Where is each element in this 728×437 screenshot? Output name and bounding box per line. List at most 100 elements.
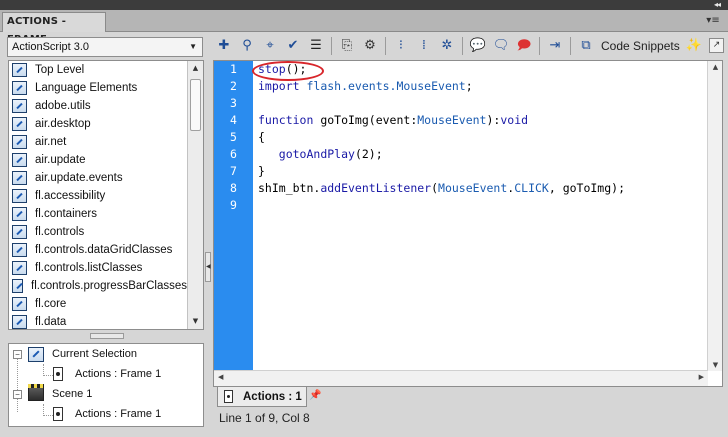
insert-target-path-icon[interactable]: ⌖ [260,36,280,56]
add-statement-icon[interactable]: ✚ [214,36,234,56]
toolbox-item[interactable]: fl.controls.listClasses [9,259,187,277]
package-book-icon [12,81,27,95]
package-book-icon [12,63,27,77]
package-book-icon [12,171,27,185]
script-tab-bar: Actions : 1 📌 [213,387,723,409]
toolbox-splitter[interactable] [8,331,204,341]
code-area[interactable]: stop(); import flash.events.MouseEvent; fu… [258,61,706,214]
panel-tab-actions-frame[interactable]: ACTIONS - FRAME [2,12,106,45]
editor-vertical-scrollbar[interactable]: ▲ ▼ [707,61,722,371]
show-code-hint-icon[interactable]: ⎘ [337,36,357,56]
version-select-value: ActionScript 3.0 [12,41,90,53]
nav-current-selection-frame[interactable]: Actions : Frame 1 [9,364,203,384]
code-token: MouseEvent [417,113,487,127]
panel-menu-icon[interactable]: ▾≡ [706,14,720,28]
code-line[interactable]: function goToImg(event:MouseEvent):void [258,112,706,129]
pin-script-icon[interactable]: 📌 [309,390,323,402]
code-line[interactable] [258,95,706,112]
toolbox-item[interactable]: fl.containers [9,205,187,223]
panel-tabbar: ACTIONS - FRAME ▾≡ [0,10,728,45]
apply-line-comment-icon[interactable]: 🗨 [491,36,511,56]
toolbox-item[interactable]: fl.accessibility [9,187,187,205]
toolbox-item[interactable]: air.net [9,133,187,151]
toolbox-item[interactable]: fl.data [9,313,187,329]
current-selection-icon [28,346,44,362]
toolbox-list: Top Level Language Elements adobe.utils air… [9,61,187,329]
code-snippets-icon[interactable]: ⧉ [576,36,596,56]
code-token: import [258,79,300,93]
script-tab-actions[interactable]: Actions : 1 [217,387,307,407]
package-book-icon [12,261,27,275]
scroll-down-icon[interactable]: ▼ [708,361,722,369]
toolbox-item[interactable]: fl.controls [9,223,187,241]
toolbox-item[interactable]: fl.controls.progressBarClasses [9,277,187,295]
toolbox-item[interactable]: Language Elements [9,79,187,97]
toolbox-item-label: fl.core [35,298,67,310]
toolbox-item-label: fl.controls.listClasses [35,262,143,274]
collapse-selection-icon[interactable]: ⁞ [414,36,434,56]
expand-all-icon[interactable]: ✲ [437,36,457,56]
toolbox-item[interactable]: air.desktop [9,115,187,133]
scroll-down-icon[interactable]: ▼ [188,314,203,329]
show-hide-toolbox-icon[interactable]: ⇥ [545,36,565,56]
annotation-circle [252,61,324,81]
editor-horizontal-scrollbar[interactable]: ◀ ▶ [214,370,708,386]
toolbox-scroll-thumb[interactable] [190,79,201,131]
status-bar: Line 1 of 9, Col 8 [219,411,310,425]
wizard-icon[interactable]: ✨ [684,36,704,56]
scroll-left-icon[interactable]: ◀ [218,373,223,381]
splitter-grip-icon[interactable] [90,333,124,339]
toolbox-item[interactable]: air.update.events [9,169,187,187]
code-snippets-button[interactable]: Code Snippets [601,39,680,53]
check-syntax-icon[interactable]: ✔ [283,36,303,56]
nav-frame-label: Actions : Frame 1 [75,368,162,380]
code-line[interactable]: { [258,129,706,146]
code-line[interactable]: } [258,163,706,180]
frame-script-icon [53,367,63,381]
script-navigator: − Current Selection Actions : Frame 1 − … [8,343,204,427]
package-book-icon [12,279,24,293]
toolbox-scrollbar[interactable]: ▲ ▼ [187,61,203,329]
scroll-right-icon[interactable]: ▶ [699,373,704,381]
actions-toolbox: Top Level Language Elements adobe.utils air… [8,60,204,330]
toolbar-divider [462,37,463,55]
code-line[interactable]: stop(); [258,61,706,78]
collapse-panel-icon[interactable]: ◂◂ [714,0,721,10]
collapse-left-icon[interactable]: ◀ [205,252,211,282]
actionscript-version-select[interactable]: ActionScript 3.0 ▼ [7,37,203,57]
toolbox-item-label: fl.controls.dataGridClasses [35,244,173,256]
code-token: MouseEvent [438,181,508,195]
scroll-up-icon[interactable]: ▲ [708,63,722,71]
collapse-toggle-icon[interactable]: − [13,349,22,359]
auto-format-icon[interactable]: ☰ [306,36,326,56]
toolbox-item[interactable]: adobe.utils [9,97,187,115]
code-line[interactable]: import flash.events.MouseEvent; [258,78,706,95]
line-number: 3 [230,96,237,110]
nav-scene[interactable]: − Scene 1 [9,384,203,404]
find-icon[interactable]: ⚲ [237,36,257,56]
collapse-toggle-icon[interactable]: − [13,389,22,399]
code-line[interactable]: shIm_btn.addEventListener(MouseEvent.CLI… [258,180,706,197]
code-line[interactable] [258,197,706,214]
nav-current-selection[interactable]: − Current Selection [9,344,203,364]
expand-panel-icon[interactable]: ↗ [709,38,724,53]
apply-block-comment-icon[interactable]: 💬 [468,36,488,56]
scroll-up-icon[interactable]: ▲ [188,61,203,76]
line-number: 6 [230,147,237,161]
chevron-down-icon: ▼ [189,42,197,51]
collapse-between-braces-icon[interactable]: ⁝ [391,36,411,56]
code-token: shIm_btn. [258,181,321,195]
toolbox-item-label: air.net [35,136,67,148]
toolbox-item[interactable]: Top Level [9,61,187,79]
remove-comment-icon[interactable]: 🗩 [514,36,534,56]
nav-scene-frame[interactable]: Actions : Frame 1 [9,404,203,424]
vertical-splitter[interactable]: ◀ [204,37,212,432]
toolbox-item[interactable]: fl.controls.dataGridClasses [9,241,187,259]
toolbox-item[interactable]: air.update [9,151,187,169]
code-editor[interactable]: 123456789 stop(); import flash.events.Mou… [213,60,723,387]
toolbox-item[interactable]: fl.core [9,295,187,313]
code-token: addEventListener [320,181,432,195]
package-book-icon [12,135,27,149]
debug-options-icon[interactable]: ⚙ [360,36,380,56]
code-line[interactable]: gotoAndPlay(2); [258,146,706,163]
